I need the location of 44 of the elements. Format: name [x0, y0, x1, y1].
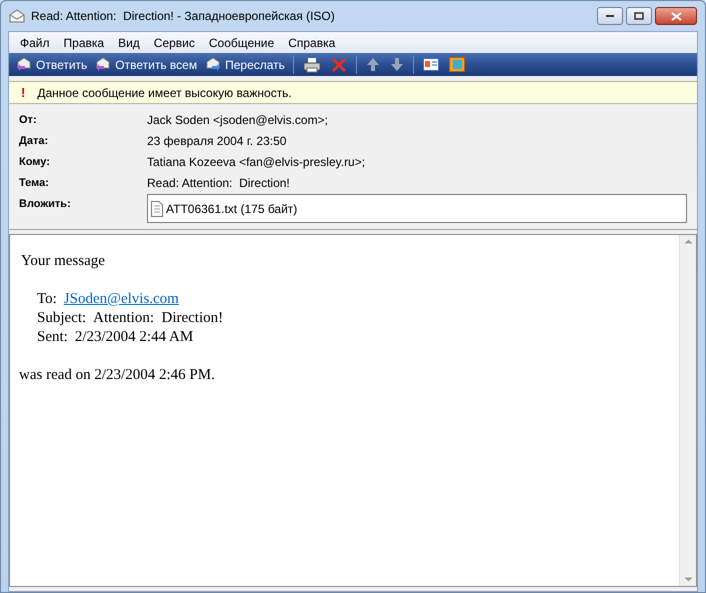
menu-item[interactable]: Сообщение [202, 34, 282, 52]
header-label: От: [19, 113, 38, 128]
minimize-button[interactable] [597, 7, 623, 25]
up-arrow-icon [366, 57, 380, 72]
header-label: Вложить: [19, 197, 72, 212]
field-label: Sent: [37, 328, 68, 347]
menu-item[interactable]: Вид [111, 34, 147, 52]
close-icon [670, 12, 682, 20]
attachment-name[interactable]: ATT06361.txt (175 байт) [166, 200, 298, 218]
message-text: Your message [21, 252, 105, 271]
field-value: 2/23/2004 2:44 AM [74, 328, 194, 347]
window-title: Read: Attention: Direction! - Западноевропейская (ISO) [31, 8, 335, 25]
printer-icon [302, 56, 321, 72]
email-link[interactable]: JSoden@elvis.com [64, 290, 179, 309]
header-value: 23 февраля 2004 г. 23:50 [147, 133, 286, 150]
address-book-icon [448, 57, 465, 72]
field-value: Attention: Direction! [93, 309, 224, 328]
down-arrow-icon [390, 57, 404, 72]
field-label: To: [37, 290, 57, 309]
document-icon [151, 200, 163, 216]
menu-item[interactable]: Справка [281, 34, 342, 52]
field-label: Subject: [37, 309, 86, 328]
minimize-icon [605, 14, 615, 18]
toolbar-button[interactable]: Ответить [12, 54, 92, 75]
toolbar-button[interactable]: Переслать [201, 54, 289, 75]
maximize-icon [634, 12, 644, 20]
header-value: Jack Soden <jsoden@elvis.com>; [147, 112, 328, 129]
header-value: Read: Attention: Direction! [147, 175, 290, 192]
importance-message: Данное сообщение имеет высокую важность. [37, 84, 292, 102]
menu-item[interactable]: Файл [13, 34, 57, 52]
attachment-field[interactable]: ATT06361.txt (175 байт) [147, 194, 687, 223]
header-label: Дата: [19, 134, 50, 149]
menu-item[interactable]: Сервис [146, 34, 202, 52]
priority-icon: ! [21, 82, 26, 102]
header-label: Кому: [19, 155, 51, 170]
contact-card-icon [422, 58, 439, 71]
message-text: was read on 2/23/2004 2:46 PM. [19, 366, 215, 385]
delete-icon [330, 56, 347, 72]
header-label: Тема: [19, 176, 50, 191]
close-button[interactable] [655, 7, 697, 25]
maximize-button[interactable] [626, 7, 652, 25]
header-value: Tatiana Kozeeva <fan@elvis-presley.ru>; [147, 154, 366, 171]
toolbar-button[interactable]: Ответить всем [91, 54, 202, 75]
menu-item[interactable]: Правка [56, 34, 112, 52]
